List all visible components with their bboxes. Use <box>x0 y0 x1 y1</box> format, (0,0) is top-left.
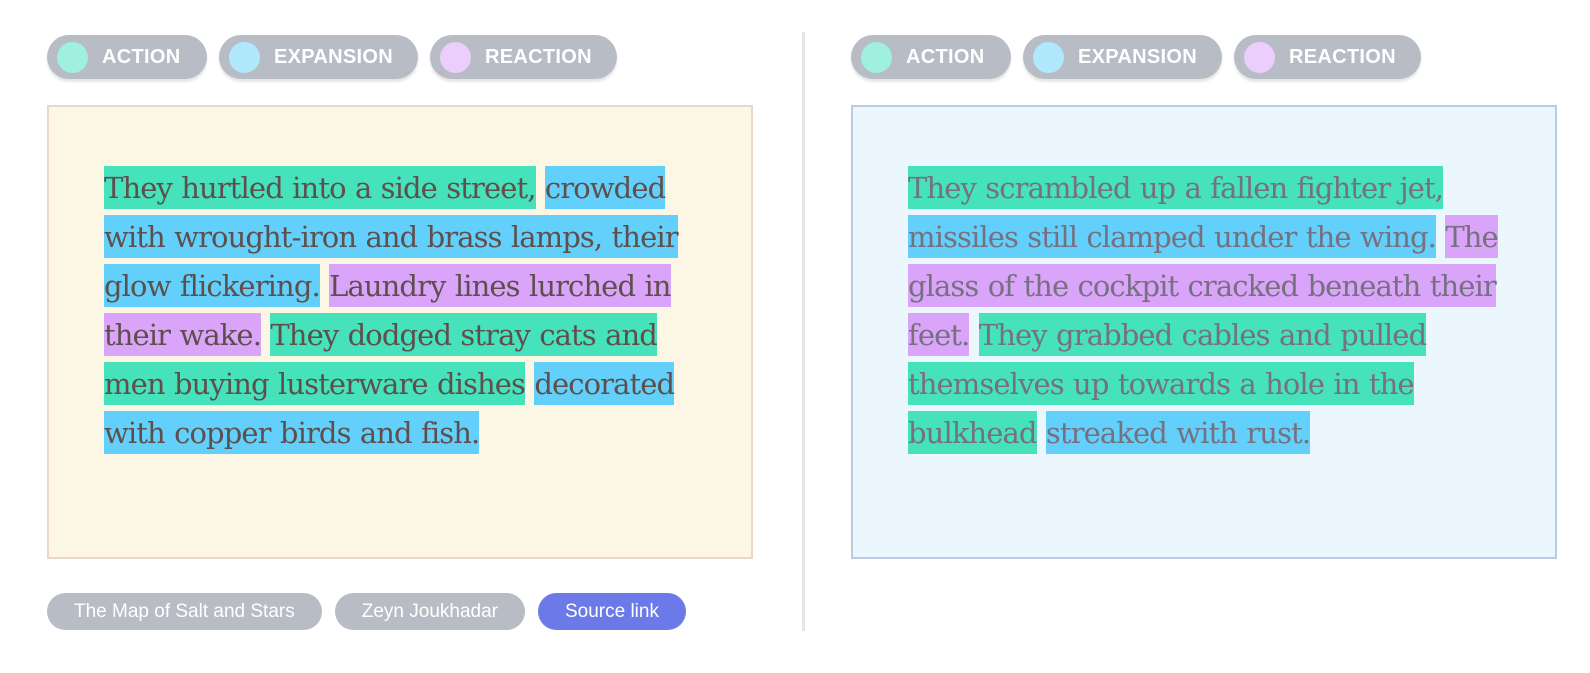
legend-label: EXPANSION <box>274 45 394 68</box>
legend-reaction: REACTION <box>1234 35 1421 79</box>
action-dot-icon <box>57 41 88 73</box>
legend-label: REACTION <box>1289 45 1396 68</box>
legend-label: REACTION <box>485 45 592 68</box>
legend-action: ACTION <box>47 35 207 79</box>
segment-action: They scrambled up a fallen fighter jet, <box>908 166 1444 209</box>
legend-label: ACTION <box>102 45 181 68</box>
legend-right: ACTION EXPANSION REACTION <box>851 35 1421 79</box>
source-tags: The Map of Salt and Stars Zeyn Joukhadar… <box>47 593 686 630</box>
segment-action: They hurtled into a side street, <box>104 166 536 209</box>
generated-passage-card: They scrambled up a fallen fighter jet, … <box>851 105 1557 559</box>
source-link-button[interactable]: Source link <box>537 593 686 630</box>
legend-label: EXPANSION <box>1078 45 1198 68</box>
legend-expansion: EXPANSION <box>219 35 418 79</box>
book-title-tag: The Map of Salt and Stars <box>47 593 322 630</box>
segment-expansion: missiles still clamped under the wing. <box>908 215 1437 258</box>
legend-action: ACTION <box>851 35 1011 79</box>
legend-left: ACTION EXPANSION REACTION <box>47 35 617 79</box>
reaction-dot-icon <box>440 41 471 73</box>
generated-passage: They scrambled up a fallen fighter jet, … <box>908 164 1501 458</box>
legend-expansion: EXPANSION <box>1023 35 1222 79</box>
original-passage: They hurtled into a side street, crowded… <box>104 164 697 458</box>
original-passage-card: They hurtled into a side street, crowded… <box>47 105 753 559</box>
panel-divider <box>802 32 805 631</box>
segment-expansion: streaked with rust. <box>1045 411 1311 454</box>
legend-label: ACTION <box>906 45 985 68</box>
reaction-dot-icon <box>1244 41 1275 73</box>
expansion-dot-icon <box>1033 41 1064 73</box>
legend-reaction: REACTION <box>430 35 617 79</box>
action-dot-icon <box>861 41 892 73</box>
author-tag: Zeyn Joukhadar <box>334 593 525 630</box>
expansion-dot-icon <box>229 41 260 73</box>
